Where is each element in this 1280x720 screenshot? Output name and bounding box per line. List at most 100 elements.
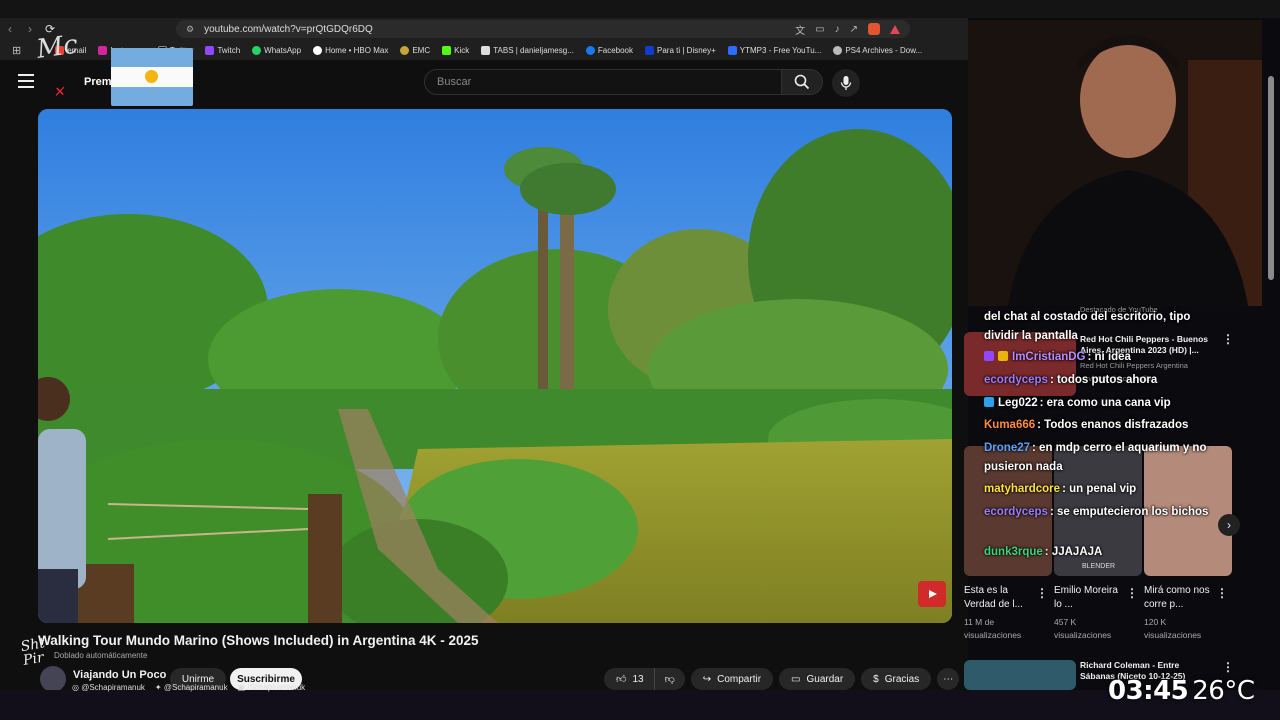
twitch-handle: ▣ /Schapiramanuk <box>238 683 306 692</box>
emc-icon <box>400 45 410 55</box>
chat-message: matyhardcore: un penal vip <box>984 480 1224 499</box>
handle-text: @Schapiramanuk <box>163 683 228 692</box>
bookmark-ytmp3[interactable]: YTMP3 - Free YouTu... <box>722 45 828 55</box>
chat-username: Kuma666 <box>984 419 1036 431</box>
bookmark-label: Kick <box>454 45 470 55</box>
share-button[interactable]: ↪ Compartir <box>690 668 774 690</box>
clock-time: 03:45 <box>1108 676 1189 706</box>
search-input[interactable]: Buscar <box>424 69 782 95</box>
bookmark-tabs[interactable]: TABS | danieljamesg... <box>475 45 580 55</box>
chat-message: ecordyceps: todos putos ahora <box>984 371 1224 390</box>
thanks-button[interactable]: $ Gracias <box>861 668 932 690</box>
share-icon[interactable]: ↗ <box>850 24 858 35</box>
bookmark-label: Para ti | Disney+ <box>657 45 716 55</box>
menu-icon[interactable] <box>18 74 34 88</box>
translate-icon[interactable]: 文 <box>795 22 805 37</box>
short-title[interactable]: Esta es la Verdad de l... <box>964 584 1038 612</box>
video-actions: 👍︎ 13 👎︎ ↪ Compartir ▭ Guardar $ Gracias… <box>604 668 960 690</box>
twitch-icon: ▣ <box>237 683 248 692</box>
bookmark-label: YTMP3 - Free YouTu... <box>739 45 822 55</box>
more-options-icon[interactable]: ⋮ <box>1222 660 1234 674</box>
browser-toolbar: ‹ › ⟳ ⚙ youtube.com/watch?v=prQtGDQr6DQ … <box>0 18 968 40</box>
hbo-icon <box>313 45 323 55</box>
bookmark-ps4[interactable]: PS4 Archives - Dow... <box>827 45 928 55</box>
more-icon: ⋯ <box>943 673 954 685</box>
facebook-icon <box>585 45 595 55</box>
scrollbar-thumb[interactable] <box>1268 76 1274 280</box>
video-player[interactable] <box>38 109 952 623</box>
twitch-badge-icon <box>984 351 994 361</box>
chat-username: matyhardcore <box>984 483 1061 495</box>
chat-text: : ni idea <box>1087 351 1131 363</box>
handle-text: /Schapiramanuk <box>247 683 306 692</box>
instagram-handle: ◎ @Schapiramanuk <box>72 683 145 692</box>
bookmark-kick[interactable]: Kick <box>436 45 475 55</box>
chat-message: ecordyceps: se emputecieron los bichos <box>984 503 1224 522</box>
bookmark-emc[interactable]: EMC <box>394 45 436 55</box>
short-overlay-text: BLENDER <box>1082 563 1116 570</box>
chat-text: : un penal vip <box>1062 483 1137 495</box>
chat-username: Leg022 <box>998 397 1038 409</box>
address-bar[interactable]: ⚙ youtube.com/watch?v=prQtGDQr6DQ 文 ▭ ♪ … <box>176 20 910 38</box>
save-icon: ▭ <box>791 673 801 685</box>
rewards-icon[interactable] <box>890 24 900 34</box>
thanks-icon: $ <box>873 673 879 685</box>
bookmark-label: TABS | danieljamesg... <box>493 45 574 55</box>
search-button[interactable] <box>781 69 823 95</box>
dislike-button[interactable]: 👎︎ <box>653 668 685 690</box>
more-options-icon[interactable]: ⋮ <box>1216 586 1228 600</box>
webcam-image <box>968 20 1262 306</box>
channel-name[interactable]: Viajando Un Poco <box>73 669 166 681</box>
cast-icon[interactable]: ▭ <box>815 24 824 35</box>
social-handles: ◎ @Schapiramanuk ✦ @Schapiramanuk ▣ /Sch… <box>72 683 305 692</box>
apps-icon[interactable]: ⊞ <box>6 44 27 57</box>
chat-text: : se emputecieron los bichos <box>1049 506 1209 518</box>
short-title[interactable]: Emilio Moreira lo ... <box>1054 584 1128 612</box>
chat-username: Drone27 <box>984 442 1031 454</box>
twitch-icon <box>205 45 215 55</box>
address-text: youtube.com/watch?v=prQtGDQr6DQ <box>204 23 373 35</box>
kick-badge-icon <box>984 397 994 407</box>
chat-username: ecordyceps <box>984 374 1048 386</box>
argentina-flag <box>111 48 193 106</box>
chat-text: del chat al costado del escritorio, tipo… <box>984 311 1191 342</box>
video-title: Walking Tour Mundo Marino (Shows Include… <box>38 633 479 648</box>
like-button[interactable]: 👍︎ 13 <box>604 668 654 690</box>
more-actions-button[interactable]: ⋯ <box>937 668 960 690</box>
clock-widget: 03:45 26°C <box>1108 676 1255 706</box>
video-thumbnail[interactable] <box>964 660 1076 690</box>
voice-search-button[interactable] <box>832 69 860 97</box>
kick-icon <box>442 45 452 55</box>
webcam-feed <box>968 20 1262 306</box>
disney-icon <box>645 45 655 55</box>
bookmark-twitch[interactable]: Twitch <box>199 45 246 55</box>
bookmark-label: Facebook <box>597 45 634 55</box>
bookmark-label: Twitch <box>217 45 241 55</box>
more-options-icon[interactable]: ⋮ <box>1036 586 1048 600</box>
bookmark-disney[interactable]: Para ti | Disney+ <box>639 45 722 55</box>
brave-shield-icon[interactable] <box>868 23 880 35</box>
page-icon <box>481 45 491 55</box>
bookmark-whatsapp[interactable]: WhatsApp <box>246 45 307 55</box>
site-settings-icon[interactable]: ⚙ <box>186 24 194 35</box>
bookmark-facebook[interactable]: Facebook <box>580 45 639 55</box>
bookmark-hbo[interactable]: Home • HBO Max <box>307 45 394 55</box>
ytmp3-icon <box>727 45 737 55</box>
chat-message: Kuma666: Todos enanos disfrazados <box>984 416 1224 435</box>
chat-username: dunk3rque <box>984 546 1043 558</box>
back-icon[interactable]: ‹ <box>0 19 20 39</box>
video-frame <box>38 109 952 623</box>
like-count: 13 <box>632 673 644 685</box>
bookmark-label: PS4 Archives - Dow... <box>845 45 923 55</box>
save-button[interactable]: ▭ Guardar <box>779 668 856 690</box>
chat-text: : era como una cana vip <box>1039 397 1171 409</box>
more-options-icon[interactable]: ⋮ <box>1126 586 1138 600</box>
media-icon[interactable]: ♪ <box>835 24 840 35</box>
sub-badge-icon <box>998 351 1008 361</box>
twitter-handle: ✦ @Schapiramanuk <box>155 683 228 692</box>
channel-watermark-icon[interactable] <box>918 581 946 607</box>
bookmark-label: Home • HBO Max <box>325 45 389 55</box>
share-arrow-icon: ↪ <box>702 673 712 685</box>
short-views: 120 K visualizaciones <box>1144 617 1202 640</box>
short-title[interactable]: Mirá como nos corre p... <box>1144 584 1218 612</box>
